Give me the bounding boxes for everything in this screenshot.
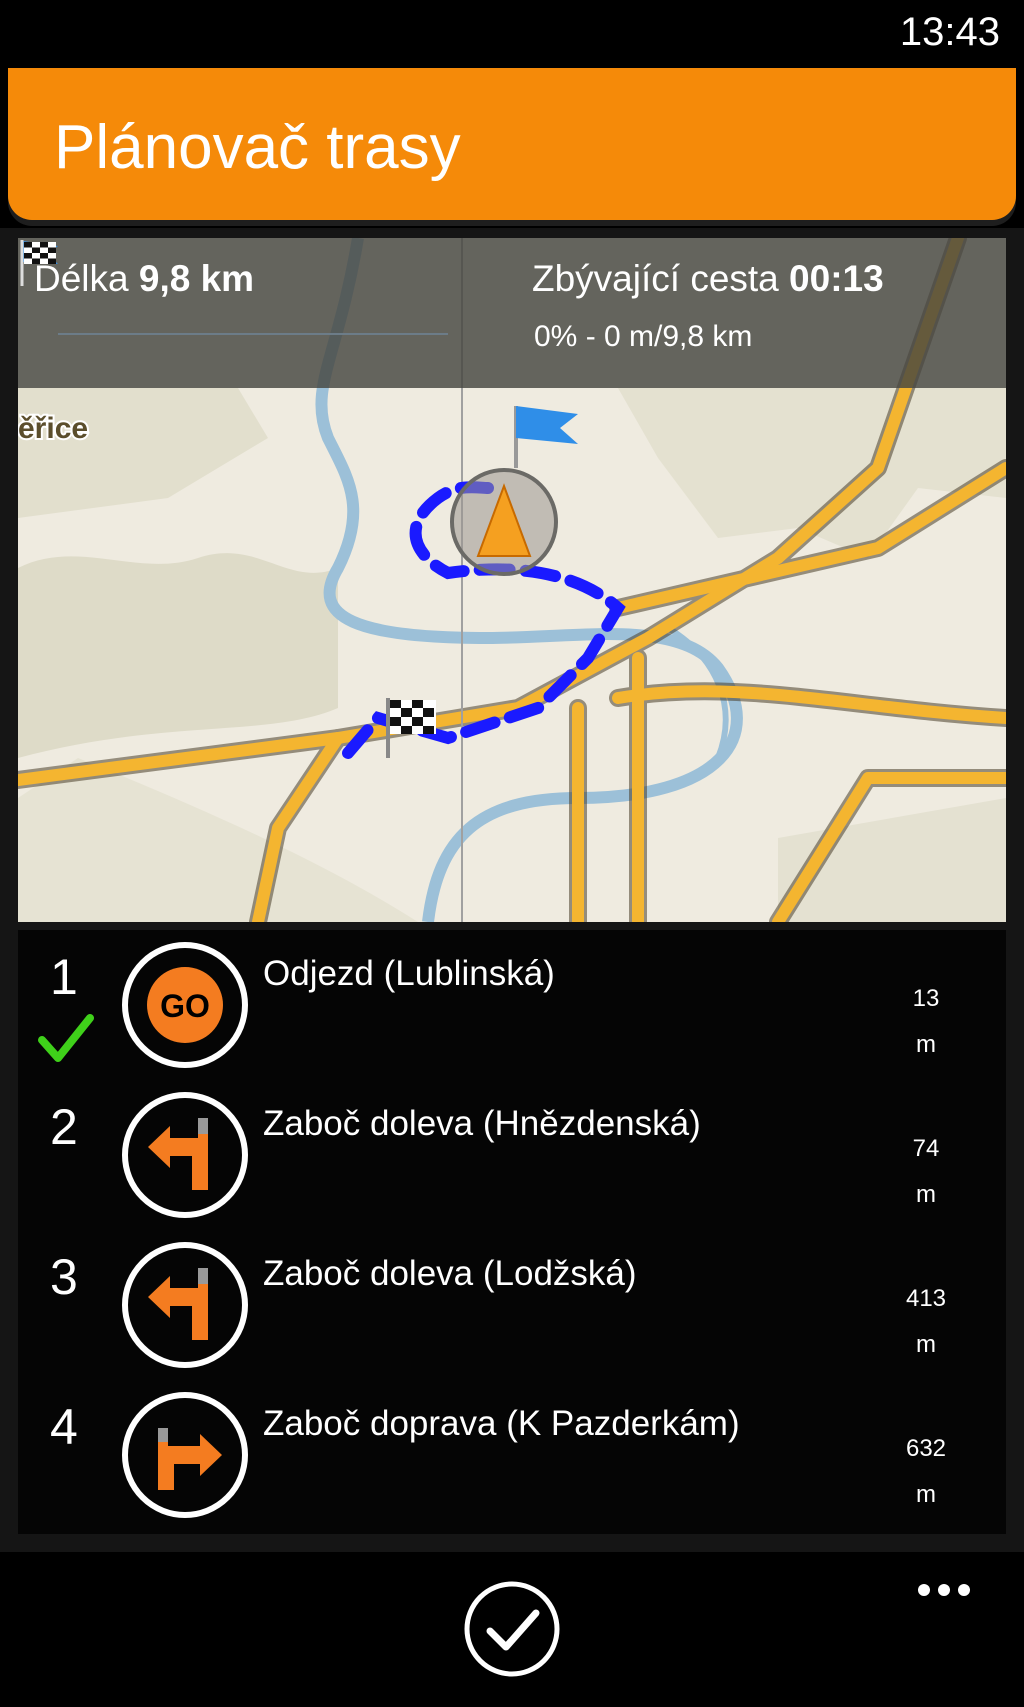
more-icon — [938, 1584, 950, 1596]
distance-unit: m — [916, 1031, 936, 1058]
app-bar — [0, 1556, 1024, 1707]
instruction-list: 1 GO Odjezd (Lublinská) 13 m 2 Zaboč dol… — [18, 930, 1006, 1534]
go-icon: GO — [122, 942, 248, 1068]
finish-flag-marker-icon — [386, 698, 436, 758]
turn-left-icon — [122, 1242, 248, 1368]
step-number: 3 — [50, 1249, 78, 1305]
page-header: Plánovač trasy — [8, 68, 1016, 220]
page-title: Plánovač trasy — [54, 113, 461, 182]
distance-unit: m — [916, 1481, 936, 1508]
distance-unit: m — [916, 1181, 936, 1208]
instruction-distance: 632 m — [886, 1426, 966, 1518]
instruction-item[interactable]: 3 Zaboč doleva (Lodžská) 413 m — [18, 1240, 1006, 1390]
instruction-text: Zaboč doprava (K Pazderkám) — [263, 1404, 740, 1443]
finish-flag-icon — [20, 240, 56, 286]
distance-unit: m — [916, 1331, 936, 1358]
step-number: 1 — [50, 949, 78, 1005]
instruction-distance: 74 m — [886, 1126, 966, 1218]
clock: 13:43 — [899, 10, 1000, 54]
route-length: Délka 9,8 km — [34, 258, 254, 300]
position-marker-icon — [450, 468, 558, 576]
step-number: 2 — [50, 1099, 78, 1155]
remaining-time-value: 00:13 — [789, 258, 884, 299]
instruction-item[interactable]: 1 GO Odjezd (Lublinská) 13 m — [18, 940, 1006, 1090]
instruction-text: Odjezd (Lublinská) — [263, 954, 555, 993]
distance-value: 74 — [912, 1135, 940, 1162]
progress-text: 0% - 0 m/9,8 km — [534, 320, 753, 353]
instruction-item[interactable]: 4 Zaboč doprava (K Pazderkám) 632 m — [18, 1390, 1006, 1540]
remaining-time-label: Zbývající cesta — [532, 258, 779, 299]
instruction-text: Zaboč doleva (Hnězdenská) — [263, 1104, 701, 1143]
instruction-text: Zaboč doleva (Lodžská) — [263, 1254, 637, 1293]
step-number: 4 — [50, 1399, 78, 1455]
route-map[interactable]: ěřice Délka 9,8 km Zbývající cesta 00:13… — [18, 238, 1006, 922]
distance-value: 632 — [905, 1435, 947, 1462]
distance-value: 13 — [912, 985, 940, 1012]
status-bar: 13:43 — [0, 0, 1024, 64]
go-label: GO — [160, 988, 210, 1024]
turn-right-icon — [122, 1392, 248, 1518]
more-options-button[interactable] — [914, 1576, 974, 1604]
more-icon — [918, 1584, 930, 1596]
confirm-button[interactable] — [462, 1579, 562, 1679]
instruction-distance: 13 m — [886, 976, 966, 1068]
instruction-distance: 413 m — [886, 1276, 966, 1368]
distance-value: 413 — [905, 1285, 947, 1312]
route-info-panel: Délka 9,8 km Zbývající cesta 00:13 0% - … — [18, 238, 1006, 388]
remaining-time: Zbývající cesta 00:13 — [532, 258, 884, 300]
route-progress-bar — [58, 333, 448, 335]
route-length-value: 9,8 km — [138, 258, 255, 299]
check-icon — [38, 1014, 94, 1062]
start-flag-marker-icon — [514, 406, 578, 468]
more-icon — [958, 1584, 970, 1596]
place-label: ěřice — [18, 412, 88, 445]
instruction-item[interactable]: 2 Zaboč doleva (Hnězdenská) 74 m — [18, 1090, 1006, 1240]
turn-left-icon — [122, 1092, 248, 1218]
